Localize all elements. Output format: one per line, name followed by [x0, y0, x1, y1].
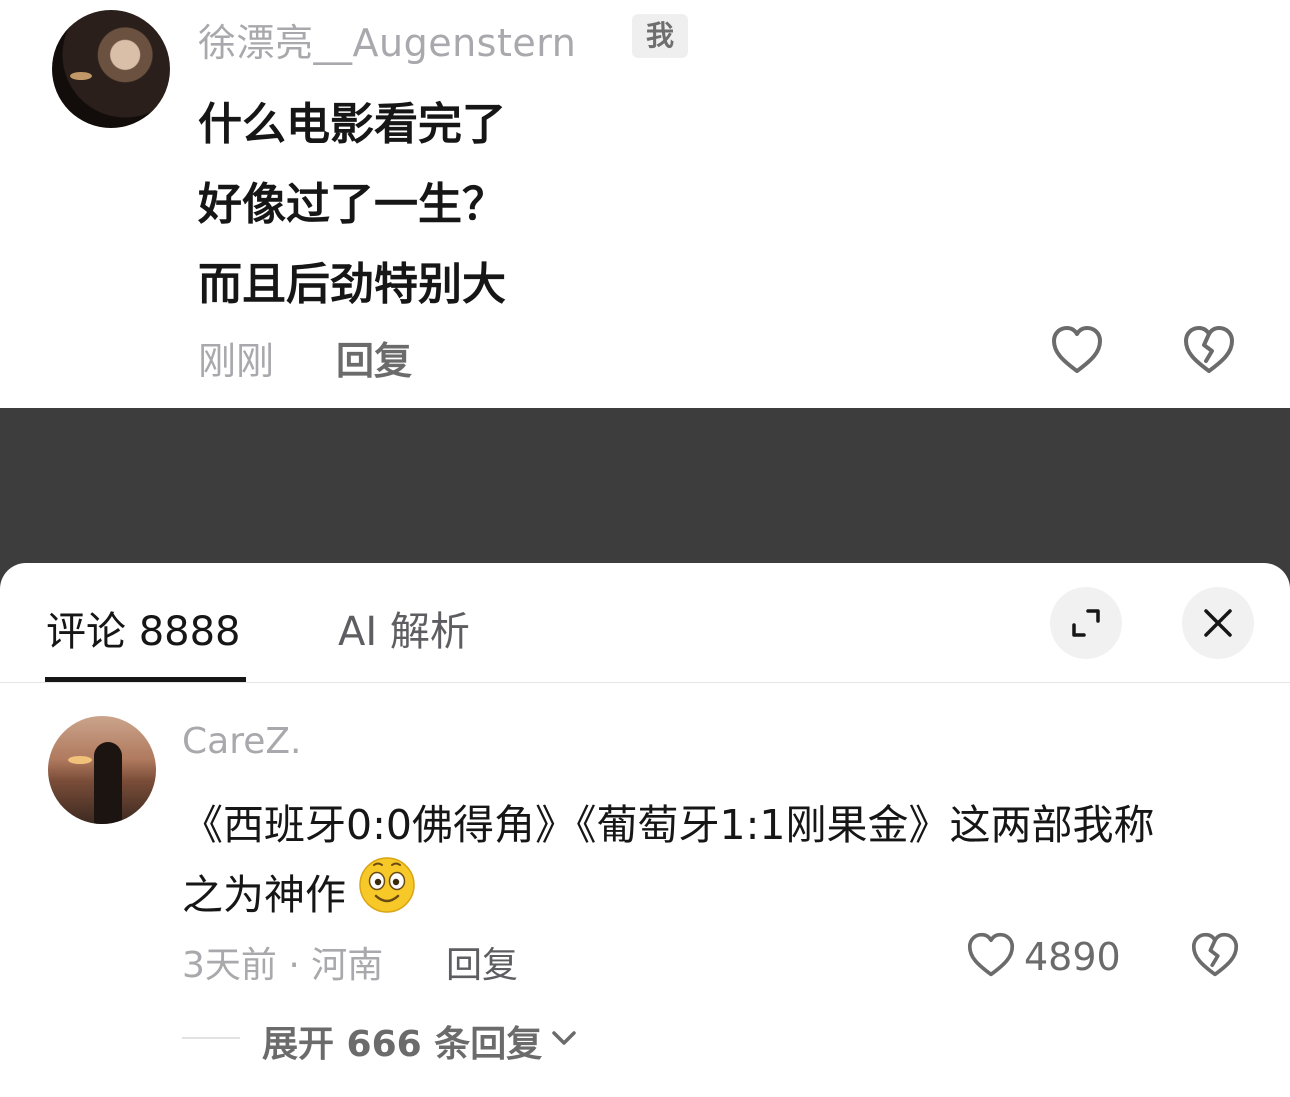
avatar-photo-detail	[68, 756, 92, 764]
expand-button[interactable]	[1050, 587, 1122, 659]
me-badge: 我	[632, 14, 688, 58]
expand-icon	[1072, 609, 1100, 637]
divider	[0, 682, 1290, 683]
broken-heart-icon[interactable]	[1182, 324, 1236, 376]
comment-text-line: 《西班牙0:0佛得角》《葡萄牙1:1刚果金》这两部我称	[182, 801, 1155, 849]
divider	[182, 1037, 240, 1039]
chevron-down-icon[interactable]	[550, 1029, 578, 1051]
reply-button[interactable]: 回复	[336, 330, 412, 385]
expand-replies-button[interactable]: 展开 666 条回复	[262, 1015, 542, 1067]
comments-sheet: 评论 8888 AI 解析 CareZ. 《西班牙0:0佛得角》《葡萄牙1:1刚…	[0, 563, 1290, 1097]
reply-button[interactable]: 回复	[446, 936, 518, 988]
like-count: 4890	[1024, 935, 1121, 979]
comment-text-line: 什么电影看完了	[198, 99, 506, 150]
heart-icon[interactable]	[966, 931, 1016, 979]
close-button[interactable]	[1182, 587, 1254, 659]
comment-meta: 3天前 · 河南	[182, 945, 384, 986]
tab-comments[interactable]: 评论 8888	[46, 599, 241, 657]
avatar[interactable]	[52, 10, 170, 128]
close-icon	[1204, 609, 1232, 637]
original-comment-card: 徐漂亮__Augenstern 我 什么电影看完了 好像过了一生？ 而且后劲特别…	[0, 0, 1290, 408]
heart-icon[interactable]	[1050, 324, 1104, 376]
avatar-photo-detail	[70, 72, 92, 80]
broken-heart-icon[interactable]	[1190, 931, 1240, 979]
comment-text-line: 好像过了一生？	[198, 179, 506, 230]
avatar-photo-detail	[94, 742, 122, 824]
comment-text-line: 而且后劲特别大	[198, 259, 506, 310]
avatar[interactable]	[48, 716, 156, 824]
comment-username[interactable]: 徐漂亮__Augenstern	[198, 12, 576, 67]
comment-username[interactable]: CareZ.	[182, 721, 301, 762]
dim-overlay[interactable]	[0, 408, 1290, 563]
comment-text-line: 之为神作	[182, 871, 346, 919]
smiley-emoji-icon	[358, 856, 416, 914]
tab-ai-analysis[interactable]: AI 解析	[338, 599, 470, 657]
comment-timestamp: 刚刚	[198, 339, 275, 383]
